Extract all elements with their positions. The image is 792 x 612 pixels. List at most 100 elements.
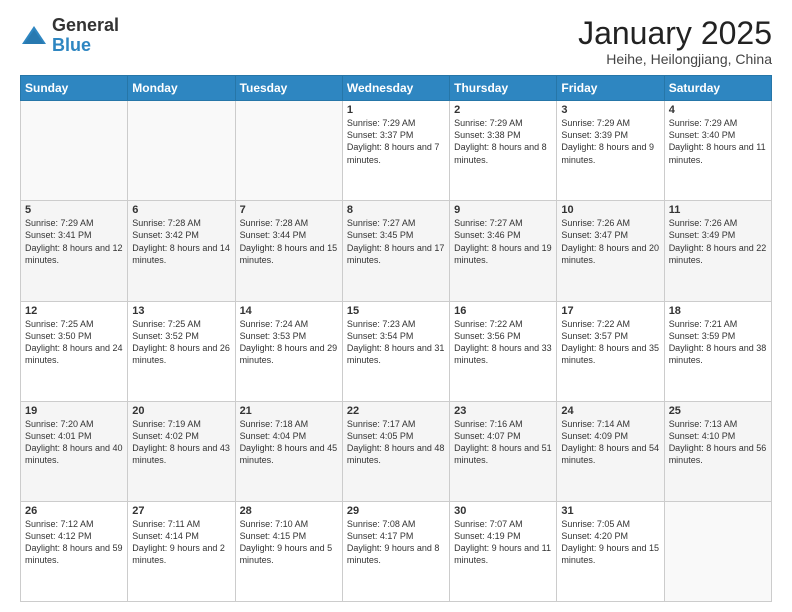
- logo-general: General: [52, 15, 119, 35]
- logo: General Blue: [20, 16, 119, 56]
- calendar-cell: [235, 101, 342, 201]
- logo-blue: Blue: [52, 35, 91, 55]
- day-number: 2: [454, 104, 552, 116]
- day-info: Sunrise: 7:28 AM Sunset: 3:42 PM Dayligh…: [132, 217, 230, 266]
- day-number: 26: [25, 505, 123, 517]
- day-info: Sunrise: 7:14 AM Sunset: 4:09 PM Dayligh…: [561, 418, 659, 467]
- header: General Blue January 2025 Heihe, Heilong…: [20, 16, 772, 67]
- day-info: Sunrise: 7:11 AM Sunset: 4:14 PM Dayligh…: [132, 518, 230, 567]
- day-number: 6: [132, 204, 230, 216]
- calendar-cell: 25Sunrise: 7:13 AM Sunset: 4:10 PM Dayli…: [664, 401, 771, 501]
- day-number: 13: [132, 305, 230, 317]
- day-number: 16: [454, 305, 552, 317]
- page: General Blue January 2025 Heihe, Heilong…: [0, 0, 792, 612]
- calendar-cell: 3Sunrise: 7:29 AM Sunset: 3:39 PM Daylig…: [557, 101, 664, 201]
- calendar-cell: 14Sunrise: 7:24 AM Sunset: 3:53 PM Dayli…: [235, 301, 342, 401]
- title-block: January 2025 Heihe, Heilongjiang, China: [578, 16, 772, 67]
- day-info: Sunrise: 7:29 AM Sunset: 3:39 PM Dayligh…: [561, 117, 659, 166]
- day-number: 7: [240, 204, 338, 216]
- day-number: 5: [25, 204, 123, 216]
- day-number: 22: [347, 405, 445, 417]
- day-number: 19: [25, 405, 123, 417]
- col-wednesday: Wednesday: [342, 76, 449, 101]
- day-number: 14: [240, 305, 338, 317]
- week-row-2: 5Sunrise: 7:29 AM Sunset: 3:41 PM Daylig…: [21, 201, 772, 301]
- day-number: 30: [454, 505, 552, 517]
- calendar-cell: 1Sunrise: 7:29 AM Sunset: 3:37 PM Daylig…: [342, 101, 449, 201]
- day-info: Sunrise: 7:29 AM Sunset: 3:37 PM Dayligh…: [347, 117, 445, 166]
- calendar-table: Sunday Monday Tuesday Wednesday Thursday…: [20, 75, 772, 602]
- day-number: 3: [561, 104, 659, 116]
- day-number: 4: [669, 104, 767, 116]
- calendar-cell: 26Sunrise: 7:12 AM Sunset: 4:12 PM Dayli…: [21, 501, 128, 601]
- day-number: 11: [669, 204, 767, 216]
- day-info: Sunrise: 7:25 AM Sunset: 3:52 PM Dayligh…: [132, 318, 230, 367]
- col-sunday: Sunday: [21, 76, 128, 101]
- day-info: Sunrise: 7:12 AM Sunset: 4:12 PM Dayligh…: [25, 518, 123, 567]
- calendar-cell: 11Sunrise: 7:26 AM Sunset: 3:49 PM Dayli…: [664, 201, 771, 301]
- calendar-cell: 12Sunrise: 7:25 AM Sunset: 3:50 PM Dayli…: [21, 301, 128, 401]
- calendar-cell: 13Sunrise: 7:25 AM Sunset: 3:52 PM Dayli…: [128, 301, 235, 401]
- calendar-cell: 4Sunrise: 7:29 AM Sunset: 3:40 PM Daylig…: [664, 101, 771, 201]
- day-info: Sunrise: 7:26 AM Sunset: 3:47 PM Dayligh…: [561, 217, 659, 266]
- day-info: Sunrise: 7:05 AM Sunset: 4:20 PM Dayligh…: [561, 518, 659, 567]
- calendar-cell: 17Sunrise: 7:22 AM Sunset: 3:57 PM Dayli…: [557, 301, 664, 401]
- day-number: 27: [132, 505, 230, 517]
- calendar-header-row: Sunday Monday Tuesday Wednesday Thursday…: [21, 76, 772, 101]
- day-info: Sunrise: 7:29 AM Sunset: 3:38 PM Dayligh…: [454, 117, 552, 166]
- day-number: 17: [561, 305, 659, 317]
- calendar-cell: 28Sunrise: 7:10 AM Sunset: 4:15 PM Dayli…: [235, 501, 342, 601]
- day-info: Sunrise: 7:16 AM Sunset: 4:07 PM Dayligh…: [454, 418, 552, 467]
- day-info: Sunrise: 7:13 AM Sunset: 4:10 PM Dayligh…: [669, 418, 767, 467]
- day-number: 12: [25, 305, 123, 317]
- day-info: Sunrise: 7:21 AM Sunset: 3:59 PM Dayligh…: [669, 318, 767, 367]
- calendar-cell: 24Sunrise: 7:14 AM Sunset: 4:09 PM Dayli…: [557, 401, 664, 501]
- calendar-cell: [128, 101, 235, 201]
- day-number: 20: [132, 405, 230, 417]
- calendar-cell: 20Sunrise: 7:19 AM Sunset: 4:02 PM Dayli…: [128, 401, 235, 501]
- calendar-cell: 6Sunrise: 7:28 AM Sunset: 3:42 PM Daylig…: [128, 201, 235, 301]
- day-number: 24: [561, 405, 659, 417]
- day-number: 1: [347, 104, 445, 116]
- calendar-cell: [664, 501, 771, 601]
- calendar-cell: 19Sunrise: 7:20 AM Sunset: 4:01 PM Dayli…: [21, 401, 128, 501]
- day-info: Sunrise: 7:28 AM Sunset: 3:44 PM Dayligh…: [240, 217, 338, 266]
- week-row-3: 12Sunrise: 7:25 AM Sunset: 3:50 PM Dayli…: [21, 301, 772, 401]
- logo-icon: [20, 22, 48, 50]
- day-info: Sunrise: 7:29 AM Sunset: 3:40 PM Dayligh…: [669, 117, 767, 166]
- calendar-cell: 9Sunrise: 7:27 AM Sunset: 3:46 PM Daylig…: [450, 201, 557, 301]
- day-number: 23: [454, 405, 552, 417]
- calendar-cell: 16Sunrise: 7:22 AM Sunset: 3:56 PM Dayli…: [450, 301, 557, 401]
- col-monday: Monday: [128, 76, 235, 101]
- calendar-cell: 8Sunrise: 7:27 AM Sunset: 3:45 PM Daylig…: [342, 201, 449, 301]
- col-tuesday: Tuesday: [235, 76, 342, 101]
- day-info: Sunrise: 7:24 AM Sunset: 3:53 PM Dayligh…: [240, 318, 338, 367]
- day-number: 15: [347, 305, 445, 317]
- calendar-cell: 30Sunrise: 7:07 AM Sunset: 4:19 PM Dayli…: [450, 501, 557, 601]
- day-info: Sunrise: 7:22 AM Sunset: 3:57 PM Dayligh…: [561, 318, 659, 367]
- day-number: 29: [347, 505, 445, 517]
- calendar-cell: 22Sunrise: 7:17 AM Sunset: 4:05 PM Dayli…: [342, 401, 449, 501]
- day-info: Sunrise: 7:23 AM Sunset: 3:54 PM Dayligh…: [347, 318, 445, 367]
- day-info: Sunrise: 7:27 AM Sunset: 3:45 PM Dayligh…: [347, 217, 445, 266]
- day-info: Sunrise: 7:25 AM Sunset: 3:50 PM Dayligh…: [25, 318, 123, 367]
- day-number: 8: [347, 204, 445, 216]
- location-subtitle: Heihe, Heilongjiang, China: [578, 51, 772, 67]
- day-info: Sunrise: 7:08 AM Sunset: 4:17 PM Dayligh…: [347, 518, 445, 567]
- day-info: Sunrise: 7:27 AM Sunset: 3:46 PM Dayligh…: [454, 217, 552, 266]
- day-info: Sunrise: 7:20 AM Sunset: 4:01 PM Dayligh…: [25, 418, 123, 467]
- day-info: Sunrise: 7:10 AM Sunset: 4:15 PM Dayligh…: [240, 518, 338, 567]
- calendar-cell: 31Sunrise: 7:05 AM Sunset: 4:20 PM Dayli…: [557, 501, 664, 601]
- calendar-cell: 29Sunrise: 7:08 AM Sunset: 4:17 PM Dayli…: [342, 501, 449, 601]
- calendar-cell: 15Sunrise: 7:23 AM Sunset: 3:54 PM Dayli…: [342, 301, 449, 401]
- day-number: 25: [669, 405, 767, 417]
- month-title: January 2025: [578, 16, 772, 51]
- day-info: Sunrise: 7:07 AM Sunset: 4:19 PM Dayligh…: [454, 518, 552, 567]
- day-info: Sunrise: 7:26 AM Sunset: 3:49 PM Dayligh…: [669, 217, 767, 266]
- day-number: 18: [669, 305, 767, 317]
- calendar-cell: 7Sunrise: 7:28 AM Sunset: 3:44 PM Daylig…: [235, 201, 342, 301]
- day-number: 9: [454, 204, 552, 216]
- day-info: Sunrise: 7:22 AM Sunset: 3:56 PM Dayligh…: [454, 318, 552, 367]
- calendar-cell: [21, 101, 128, 201]
- calendar-cell: 2Sunrise: 7:29 AM Sunset: 3:38 PM Daylig…: [450, 101, 557, 201]
